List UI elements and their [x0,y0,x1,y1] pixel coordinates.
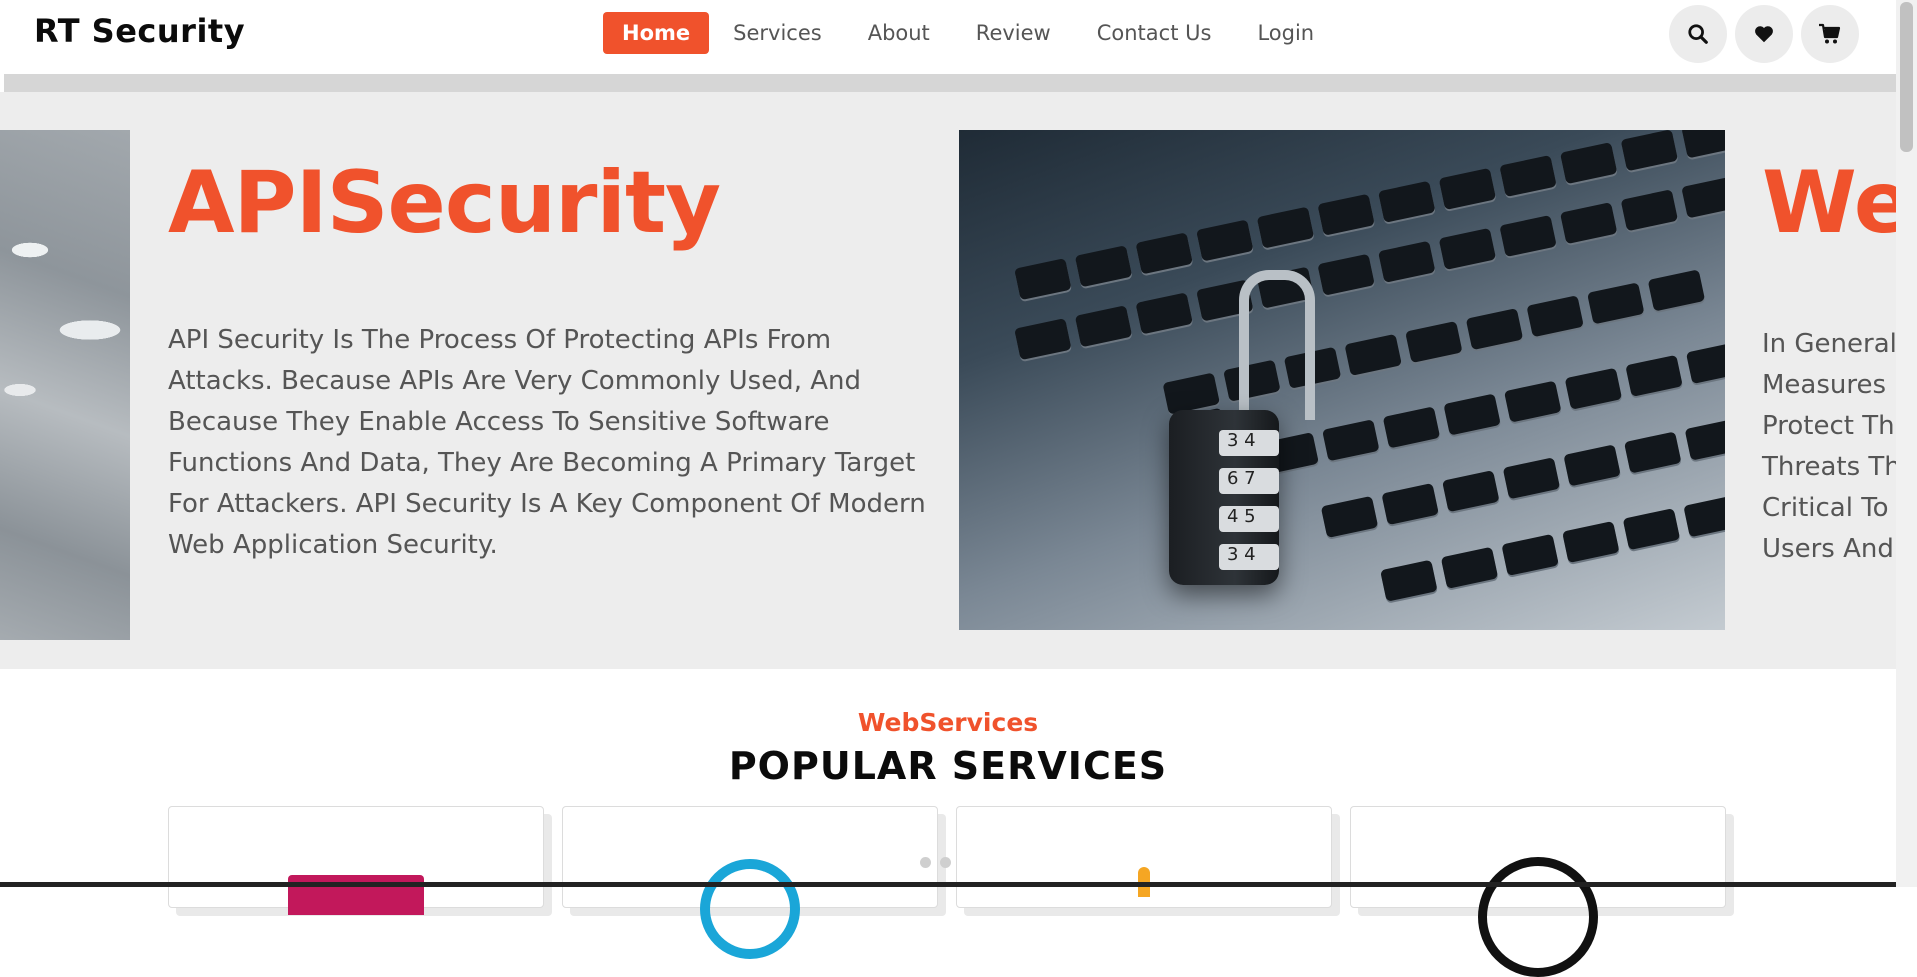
hero-description: API Security Is The Process Of Protectin… [168,325,926,560]
brand-logo[interactable]: RT Security [34,12,245,50]
service-card[interactable] [168,806,544,915]
wishlist-button[interactable] [1735,5,1793,63]
padlock-shackle [1239,270,1315,420]
next-slide-line: Measures [1762,370,1887,400]
nav-icon-group [1669,5,1867,63]
next-slide-line: Protect Th [1762,411,1895,441]
padlock-on-laptop-image: 3 4 6 7 4 5 3 4 [959,130,1725,630]
bottom-edge [0,882,1896,887]
nav-login[interactable]: Login [1255,12,1316,54]
service-card[interactable] [956,806,1332,908]
nav-services[interactable]: Services [731,12,824,54]
lock-digits: 4 5 [1227,506,1256,527]
lock-digits: 3 4 [1227,544,1256,565]
navbar: RT Security Home Services About Review C… [0,0,1896,73]
previous-slide-image [0,130,130,640]
service-card[interactable] [562,806,938,959]
scrollbar-thumb[interactable] [1900,2,1913,152]
lock-digits: 3 4 [1227,430,1256,451]
navbar-divider [4,74,1896,92]
nav-about[interactable]: About [866,12,932,54]
hero-title: APISecurity [168,153,721,253]
page-scrollbar[interactable] [1896,0,1917,887]
search-button[interactable] [1669,5,1727,63]
cart-icon [1819,23,1841,44]
fingerprint-icon [700,859,800,959]
services-subtitle: WebServices [857,708,1039,737]
hero-carousel[interactable]: APISecurity API Security Is The Process … [0,92,1896,669]
heart-icon [1755,26,1773,43]
next-slide-line: Critical To [1762,493,1889,523]
service-card[interactable] [1350,806,1726,977]
next-slide-line: Threats Th [1762,452,1896,482]
nav-links: Home Services About Review Contact Us Lo… [603,12,1358,54]
nav-home[interactable]: Home [603,12,710,54]
carousel-dot[interactable] [940,857,951,868]
cart-button[interactable] [1801,5,1859,63]
globe-icon [1478,857,1598,977]
service-thumbnail [288,875,424,915]
carousel-dot[interactable] [920,857,931,868]
next-slide-line: Users And [1762,534,1894,564]
padlock-icon: 3 4 6 7 4 5 3 4 [1169,410,1279,585]
services-title: POPULAR SERVICES [728,744,1168,788]
next-slide-title: We [1762,153,1896,253]
nav-review[interactable]: Review [974,12,1053,54]
nav-contact-us[interactable]: Contact Us [1095,12,1214,54]
next-slide-line: In General [1762,329,1896,359]
search-icon [1688,24,1708,44]
lock-digits: 6 7 [1227,468,1256,489]
next-slide-description: In General Measures Protect Th Threats T… [1762,324,1896,570]
